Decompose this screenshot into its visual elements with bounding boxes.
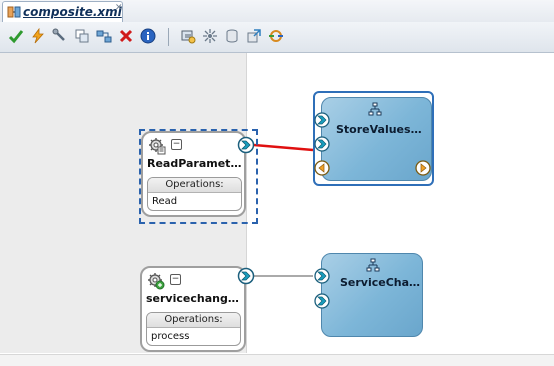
gear-icon [149,138,166,155]
service-read-parameters[interactable]: − ReadParamet… Operations: Read [141,131,246,217]
component-service-endpoint-icon[interactable] [314,268,330,284]
service-endpoint-icon[interactable] [237,267,255,285]
tab-composite-xml[interactable]: composite.xml ✕ [2,1,123,22]
wrench-icon[interactable] [52,28,68,44]
wires-layer [253,143,314,277]
toolbar-separator [168,28,169,46]
operations-panel: Operations: Read [147,177,242,211]
operation-item[interactable]: process [147,328,240,345]
collapse-icon[interactable]: − [171,139,182,150]
delete-icon[interactable] [118,28,134,44]
export-icon[interactable] [246,28,262,44]
deploy-icon[interactable] [30,28,46,44]
operations-panel: Operations: process [146,312,241,346]
tab-label: composite.xml [23,5,122,19]
reference-right-icon[interactable] [415,160,431,176]
validate-icon[interactable] [8,28,24,44]
database-icon[interactable] [224,28,240,44]
service-name: servicechang… [146,292,239,305]
bpel-process-icon [366,258,380,272]
service-name: ReadParamet… [147,157,242,170]
bpel-process-icon [368,102,382,116]
composite-file-icon [7,6,21,18]
editor-tab-strip: composite.xml ✕ [0,0,554,23]
operations-header: Operations: [148,178,241,193]
component-name: StoreValues… [336,123,422,136]
wire-read-to-store[interactable] [253,143,314,152]
operations-header: Operations: [147,313,240,328]
component-service-endpoint-icon[interactable] [314,136,330,152]
layout-icon[interactable] [202,28,218,44]
callback-left-icon[interactable] [314,160,330,176]
wire-icon[interactable] [96,28,112,44]
component-service-endpoint-icon[interactable] [314,112,330,128]
gear-icon [148,273,165,290]
service-servicechange[interactable]: − servicechang… Operations: process [140,266,246,352]
composite-toolbar [0,22,554,53]
close-icon[interactable]: ✕ [115,4,123,13]
service-endpoint-icon[interactable] [237,136,255,154]
operation-item[interactable]: Read [148,193,241,210]
collapse-icon[interactable]: − [170,274,181,285]
create-icon[interactable] [74,28,90,44]
ring-icon[interactable] [268,28,284,44]
composite-canvas[interactable]: − ReadParamet… Operations: Read − servic… [0,53,554,366]
component-service-cha[interactable]: ServiceCha… [321,253,423,337]
info-icon[interactable] [140,28,156,44]
refresh-icon[interactable] [180,28,196,44]
horizontal-scrollbar[interactable] [0,354,554,366]
component-service-endpoint-icon[interactable] [314,293,330,309]
component-name: ServiceCha… [340,276,421,289]
